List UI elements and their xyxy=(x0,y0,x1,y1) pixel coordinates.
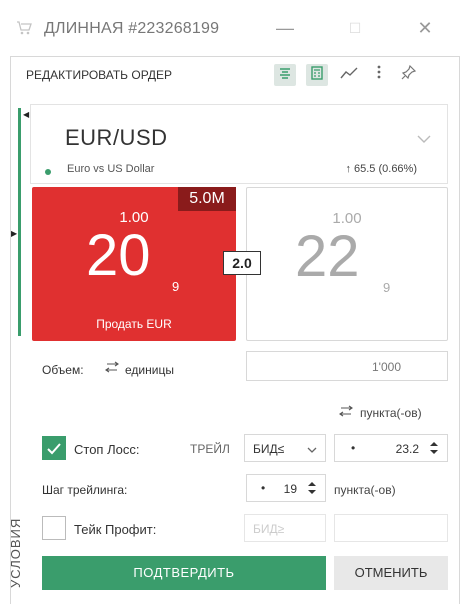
stop-loss-dot: • xyxy=(351,441,356,455)
volume-unit-label: единицы xyxy=(125,363,174,377)
chart-icon[interactable] xyxy=(338,64,360,86)
sell-caption: Продать EUR xyxy=(96,317,172,331)
calculator-icon[interactable] xyxy=(306,64,328,86)
trailing-step-input[interactable]: • 19 xyxy=(246,474,326,502)
trailing-step-label: Шаг трейлинга: xyxy=(42,483,128,497)
market-status-dot xyxy=(45,169,51,175)
price-change-value: 65.5 (0.66%) xyxy=(354,163,417,175)
close-button[interactable]: ✕ xyxy=(410,16,440,40)
up-arrow-icon: ↑ xyxy=(345,163,351,175)
trail-label: ТРЕЙЛ xyxy=(190,442,230,456)
stop-loss-label: Стоп Лосс: xyxy=(74,442,140,457)
take-profit-label: Тейк Профит: xyxy=(74,522,157,537)
collapse-arrow-icon[interactable]: ◀ xyxy=(23,110,29,119)
window-titlebar: ДЛИННАЯ #223268199 — ☐ ✕ xyxy=(0,0,461,56)
cart-icon xyxy=(16,20,32,36)
trailing-step-unit: пункта(-ов) xyxy=(334,483,396,497)
chevron-down-icon xyxy=(307,443,317,457)
trailing-step-dot: • xyxy=(261,481,266,495)
stop-loss-type-value: БИД≤ xyxy=(253,442,285,456)
stepper-icon[interactable] xyxy=(307,480,317,499)
position-indicator-bar xyxy=(18,108,21,336)
pin-icon[interactable] xyxy=(398,64,420,86)
conditions-side-label: УСЛОВИЯ xyxy=(8,517,23,588)
swap-units-icon[interactable] xyxy=(104,361,120,376)
instrument-symbol: EUR/USD xyxy=(65,125,168,150)
dialog-heading: РЕДАКТИРОВАТЬ ОРДЕР xyxy=(26,68,173,82)
liquidity-badge: 5.0M xyxy=(178,187,236,211)
confirm-button[interactable]: ПОДТВЕРДИТЬ xyxy=(42,556,326,590)
stepper-icon[interactable] xyxy=(429,440,439,459)
instrument-selector[interactable]: EUR/USD Euro vs US Dollar ↑ 65.5 (0.66%) xyxy=(30,104,448,184)
sell-pips: 20 xyxy=(86,223,151,288)
order-ticket-icon[interactable] xyxy=(274,64,296,86)
minimize-button[interactable]: — xyxy=(270,16,300,40)
buy-pipette: 9 xyxy=(383,280,391,295)
buy-price-tile[interactable]: 1.00 22 9 xyxy=(246,187,448,341)
spread-value: 2.0 xyxy=(223,251,261,275)
points-unit-header: пункта(-ов) xyxy=(360,406,422,420)
toolbar: РЕДАКТИРОВАТЬ ОРДЕР xyxy=(10,60,450,92)
take-profit-type-value: БИД≥ xyxy=(253,522,285,536)
price-change: ↑ 65.5 (0.66%) xyxy=(345,163,417,175)
maximize-button[interactable]: ☐ xyxy=(340,16,370,40)
instrument-description: Euro vs US Dollar xyxy=(67,163,155,175)
volume-label: Объем: xyxy=(42,363,84,377)
stop-loss-input[interactable]: • 23.2 xyxy=(334,434,448,462)
take-profit-input[interactable] xyxy=(334,514,448,542)
more-icon[interactable] xyxy=(368,64,390,86)
volume-input[interactable]: 1'000 xyxy=(246,351,448,381)
sell-pipette: 9 xyxy=(172,279,180,294)
buy-pips: 22 xyxy=(295,224,360,289)
stop-loss-value: 23.2 xyxy=(395,442,419,456)
take-profit-checkbox[interactable] xyxy=(42,516,66,540)
window-title: ДЛИННАЯ #223268199 xyxy=(44,20,220,37)
chevron-down-icon[interactable] xyxy=(417,131,431,147)
cancel-button[interactable]: ОТМЕНИТЬ xyxy=(334,556,448,590)
expand-arrow-icon[interactable]: ▶ xyxy=(11,229,17,238)
stop-loss-type-select[interactable]: БИД≤ xyxy=(244,434,326,462)
sell-price-tile[interactable]: 5.0M 1.00 20 9 Продать EUR xyxy=(32,187,236,341)
trailing-step-value: 19 xyxy=(283,482,297,496)
take-profit-type-select[interactable]: БИД≥ xyxy=(244,514,326,542)
stop-loss-checkbox[interactable] xyxy=(42,436,66,460)
swap-points-icon[interactable] xyxy=(338,405,354,420)
volume-value: 1'000 xyxy=(372,360,401,374)
